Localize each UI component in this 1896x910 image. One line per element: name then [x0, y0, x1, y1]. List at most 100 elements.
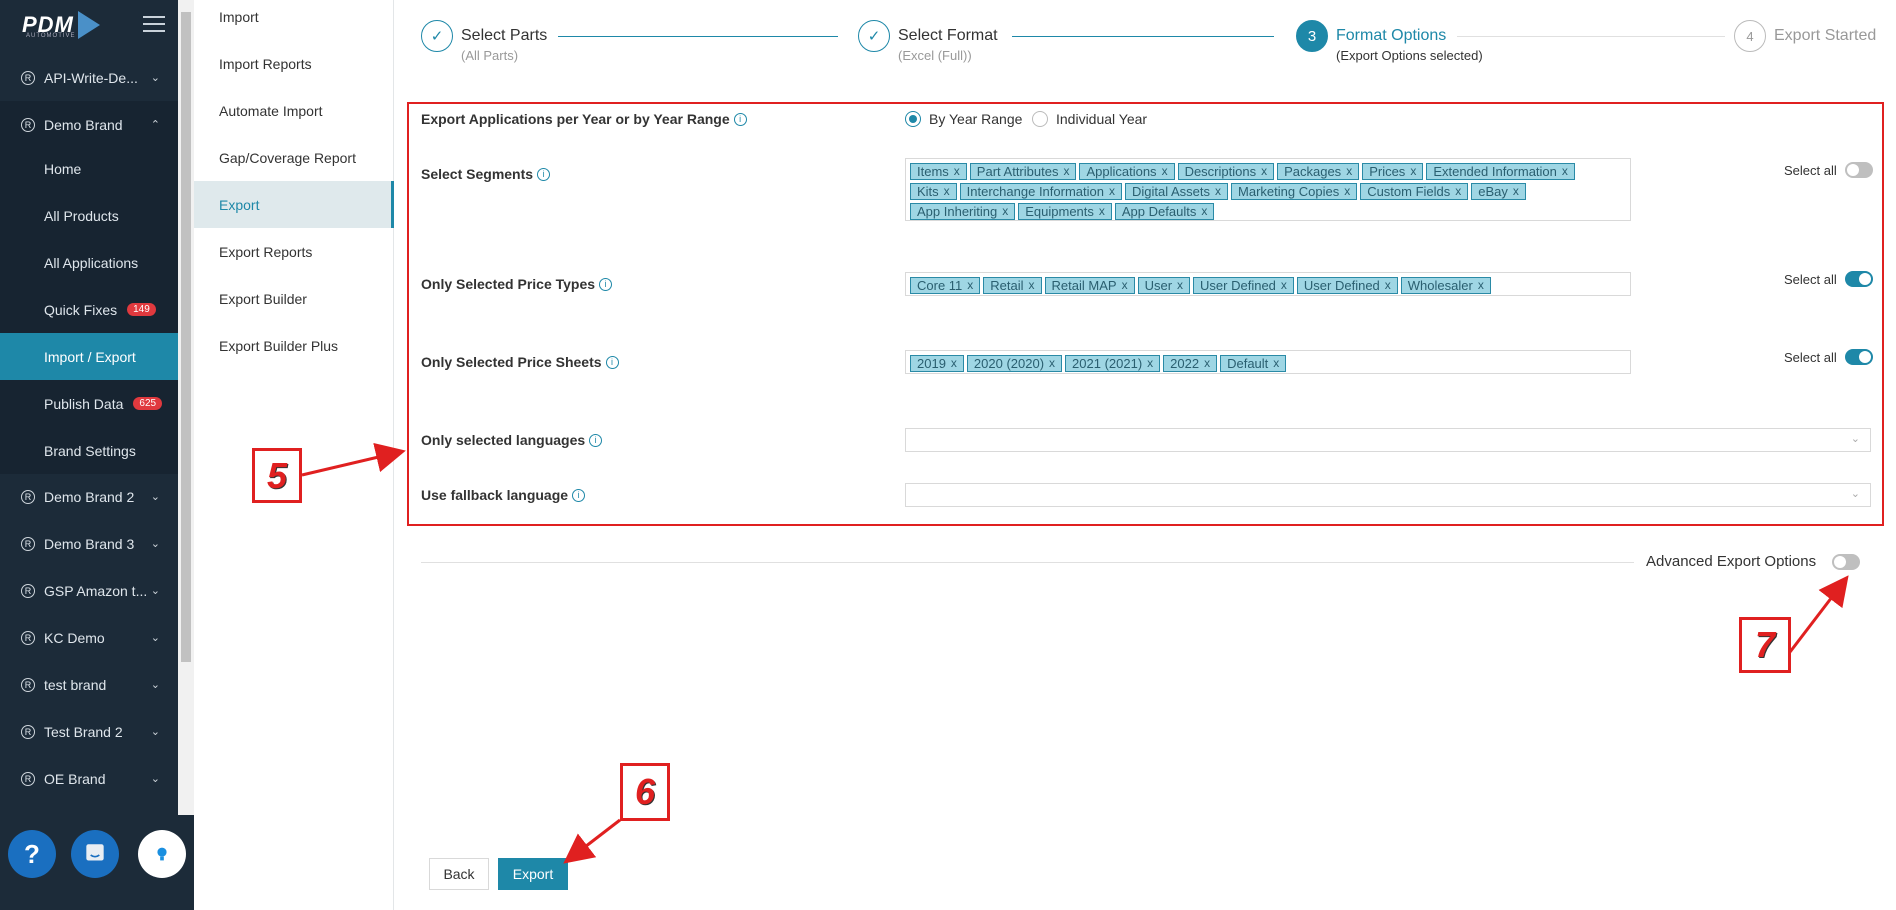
price-type-tag[interactable]: Retail x — [983, 277, 1042, 294]
advanced-toggle[interactable] — [1832, 553, 1861, 570]
submenu-import-reports[interactable]: Import Reports — [194, 40, 394, 87]
export-button[interactable]: Export — [498, 858, 568, 890]
segment-tag[interactable]: Part Attributes x — [969, 163, 1077, 180]
registered-icon: R — [21, 771, 35, 786]
price-sheet-tag[interactable]: 2022 x — [1163, 355, 1218, 372]
main-sidebar: PDM AUTOMOTIVE R API-Write-De... ⌄ R Demo B… — [0, 0, 178, 910]
sidebar-item-gsp-amazon[interactable]: R GSP Amazon t... ⌄ — [0, 567, 178, 614]
chevron-down-icon: ⌄ — [150, 632, 160, 644]
sidebar-item-api-write[interactable]: R API-Write-De... ⌄ — [0, 54, 178, 101]
segment-tag[interactable]: Marketing Copies x — [1231, 183, 1358, 200]
sidebar-item-demo-brand-2[interactable]: R Demo Brand 2 ⌄ — [0, 473, 178, 520]
price-type-tag[interactable]: Wholesaler x — [1400, 277, 1491, 294]
idea-button[interactable] — [138, 830, 186, 878]
segments-select[interactable]: Items x Part Attributes x Applications x De… — [905, 158, 1631, 221]
segment-tag[interactable]: Custom Fields x — [1360, 183, 1469, 200]
remove-icon: x — [1161, 164, 1168, 178]
info-icon[interactable]: i — [599, 277, 613, 291]
price-type-tag[interactable]: User Defined x — [1193, 277, 1294, 294]
segments-select-all[interactable]: Select all — [1784, 162, 1873, 178]
select-all-toggle[interactable] — [1844, 271, 1873, 287]
sidebar-sub-import-export[interactable]: Import / Export — [0, 333, 178, 380]
segment-tag[interactable]: Equipments x — [1018, 203, 1112, 220]
remove-icon: x — [1261, 164, 1268, 178]
price-type-tag[interactable]: User Defined x — [1296, 277, 1398, 294]
price-sheet-tag[interactable]: Default x — [1220, 355, 1287, 372]
chevron-down-icon: ⌄ — [150, 538, 160, 550]
segment-tag[interactable]: eBay x — [1471, 183, 1526, 200]
chevron-up-icon: ⌃ — [150, 119, 160, 131]
info-icon[interactable]: i — [605, 355, 619, 369]
price-type-tag[interactable]: User x — [1137, 277, 1191, 294]
segment-tag[interactable]: Digital Assets x — [1124, 183, 1229, 200]
submenu-export-reports[interactable]: Export Reports — [194, 228, 394, 275]
sidebar-item-demo-brand-3[interactable]: R Demo Brand 3 ⌄ — [0, 520, 178, 567]
languages-select[interactable]: ⌄ — [905, 428, 1871, 452]
remove-icon: x — [950, 356, 957, 370]
fallback-language-select[interactable]: ⌄ — [905, 483, 1871, 507]
submenu-export-builder-plus[interactable]: Export Builder Plus — [194, 322, 394, 369]
price-types-select[interactable]: Core 11 x Retail x Retail MAP x User x User … — [905, 272, 1631, 296]
price-sheet-tag[interactable]: 2020 (2020) x — [966, 355, 1063, 372]
advanced-export-options[interactable]: Advanced Export Options — [1646, 553, 1861, 570]
segment-tag[interactable]: Interchange Information x — [959, 183, 1122, 200]
info-icon[interactable]: i — [589, 433, 603, 447]
segment-tag[interactable]: Applications x — [1079, 163, 1175, 180]
radio-individual-year[interactable]: Individual Year — [1032, 111, 1147, 127]
registered-icon: R — [21, 630, 35, 645]
back-button[interactable]: Back — [429, 858, 489, 890]
sidebar-item-test-brand[interactable]: Rtest brand ⌄ — [0, 661, 178, 708]
sidebar-scrollbar[interactable] — [178, 0, 194, 815]
info-icon[interactable]: i — [733, 112, 747, 126]
price-sheets-select-all[interactable]: Select all — [1784, 349, 1873, 365]
submenu-gap-coverage[interactable]: Gap/Coverage Report — [194, 134, 394, 181]
segment-tag[interactable]: Kits x — [910, 183, 957, 200]
submenu-export-builder[interactable]: Export Builder — [194, 275, 394, 322]
price-sheet-tag[interactable]: 2021 (2021) x — [1065, 355, 1161, 372]
submenu-export[interactable]: Export — [194, 181, 394, 228]
sidebar-sub-brand-settings[interactable]: Brand Settings — [0, 427, 178, 474]
step-connector — [1457, 36, 1725, 37]
sidebar-item-test-brand-2[interactable]: R Test Brand 2 ⌄ — [0, 708, 178, 755]
segment-tag[interactable]: Packages x — [1277, 163, 1360, 180]
radio-by-year-range[interactable]: By Year Range — [905, 111, 1022, 127]
remove-icon: x — [1204, 356, 1211, 370]
sidebar-item-oe-brand[interactable]: R OE Brand ⌄ — [0, 755, 178, 802]
price-sheets-label: Only Selected Price Sheets i — [421, 354, 619, 370]
price-types-select-all[interactable]: Select all — [1784, 271, 1873, 287]
segment-tag[interactable]: App Defaults x — [1114, 203, 1215, 220]
remove-icon: x — [1344, 184, 1351, 198]
chat-button[interactable] — [71, 830, 119, 878]
price-type-tag[interactable]: Core 11 x — [910, 277, 981, 294]
fallback-language-label: Use fallback language i — [421, 487, 586, 503]
price-type-tag[interactable]: Retail MAP x — [1044, 277, 1135, 294]
sidebar-sub-all-applications[interactable]: All Applications — [0, 239, 178, 286]
price-sheets-select[interactable]: 2019 x 2020 (2020) x 2021 (2021) x 2022 x De… — [905, 350, 1631, 374]
menu-collapse-icon[interactable] — [143, 16, 165, 34]
info-icon[interactable]: i — [537, 167, 551, 181]
sidebar-sub-all-products[interactable]: All Products — [0, 192, 178, 239]
select-all-toggle[interactable] — [1844, 162, 1873, 178]
sidebar-item-demo-brand[interactable]: R Demo Brand ⌃ — [0, 101, 178, 148]
chevron-down-icon: ⌄ — [150, 491, 160, 503]
check-icon: ✓ — [421, 20, 453, 52]
price-sheet-tag[interactable]: 2019 x — [910, 355, 964, 372]
sidebar-sub-quick-fixes[interactable]: Quick Fixes 149 — [0, 286, 178, 333]
count-badge: 625 — [133, 397, 163, 410]
segment-tag[interactable]: Items x — [910, 163, 967, 180]
segment-tag[interactable]: Descriptions x — [1177, 163, 1275, 180]
segment-tag[interactable]: Extended Information x — [1426, 163, 1575, 180]
sidebar-sub-home[interactable]: Home — [0, 145, 178, 192]
registered-icon: R — [21, 583, 35, 598]
help-button[interactable]: ? — [8, 830, 56, 878]
segment-tag[interactable]: Prices x — [1362, 163, 1424, 180]
segment-tag[interactable]: App Inheriting x — [910, 203, 1016, 220]
sidebar-item-kc-demo[interactable]: R KC Demo ⌄ — [0, 614, 178, 661]
select-all-toggle[interactable] — [1844, 349, 1873, 365]
chevron-down-icon: ⌄ — [150, 72, 160, 84]
sidebar-sub-publish-data[interactable]: Publish Data 625 — [0, 380, 178, 427]
submenu-import[interactable]: Import — [194, 0, 394, 40]
info-icon[interactable]: i — [572, 488, 586, 502]
submenu-automate-import[interactable]: Automate Import — [194, 87, 394, 134]
price-types-label: Only Selected Price Types i — [421, 276, 613, 292]
